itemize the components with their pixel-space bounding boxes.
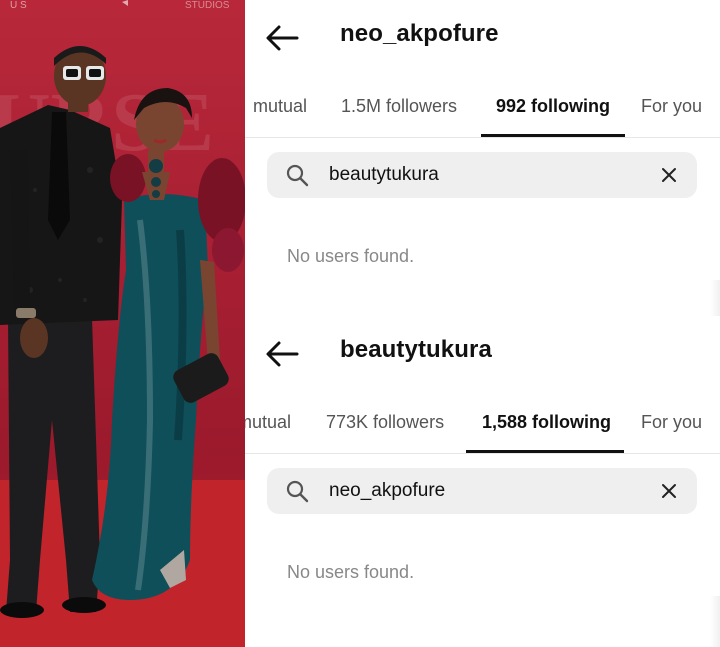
active-tab-indicator bbox=[466, 450, 624, 453]
search-icon bbox=[286, 480, 309, 503]
back-arrow-icon[interactable] bbox=[265, 24, 299, 52]
profile-header: neo_akpofure bbox=[245, 0, 720, 76]
couple-photo: U S STUDIOS URSE bbox=[0, 0, 245, 647]
backdrop-text-top: U S bbox=[10, 0, 27, 11]
profile-username: neo_akpofure bbox=[340, 20, 499, 47]
empty-state-text: No users found. bbox=[287, 562, 415, 582]
search-bar bbox=[267, 468, 697, 514]
tab-for-you[interactable]: For you bbox=[641, 96, 702, 117]
active-tab-indicator bbox=[481, 134, 625, 137]
close-icon[interactable] bbox=[659, 165, 679, 185]
tab-followers[interactable]: 1.5M followers bbox=[341, 96, 457, 117]
profile-screen-2: beautytukura mutual 773K followers 1,588… bbox=[245, 316, 720, 647]
tab-for-you[interactable]: For you bbox=[641, 412, 702, 433]
search-input[interactable] bbox=[329, 162, 649, 188]
profile-username: beautytukura bbox=[340, 336, 492, 363]
empty-state-text: No users found. bbox=[287, 246, 415, 266]
back-arrow-icon[interactable] bbox=[265, 340, 299, 368]
tab-following[interactable]: 992 following bbox=[496, 96, 610, 117]
tab-mutual[interactable]: mutual bbox=[253, 96, 307, 117]
tab-following[interactable]: 1,588 following bbox=[482, 412, 611, 433]
search-input[interactable] bbox=[329, 478, 649, 504]
tab-bar: mutual 1.5M followers 992 following For … bbox=[245, 86, 720, 138]
tab-bar: mutual 773K followers 1,588 following Fo… bbox=[245, 402, 720, 454]
edge-shadow bbox=[710, 596, 720, 647]
search-icon bbox=[286, 164, 309, 187]
couple-photo-illustration: U S STUDIOS URSE bbox=[0, 0, 245, 647]
profile-header: beautytukura bbox=[245, 316, 720, 392]
edge-shadow bbox=[710, 280, 720, 316]
tab-mutual[interactable]: mutual bbox=[245, 412, 291, 433]
svg-text:STUDIOS: STUDIOS bbox=[185, 0, 230, 11]
tab-followers[interactable]: 773K followers bbox=[326, 412, 444, 433]
search-bar bbox=[267, 152, 697, 198]
profile-screen-1: neo_akpofure mutual 1.5M followers 992 f… bbox=[245, 0, 720, 316]
close-icon[interactable] bbox=[659, 481, 679, 501]
